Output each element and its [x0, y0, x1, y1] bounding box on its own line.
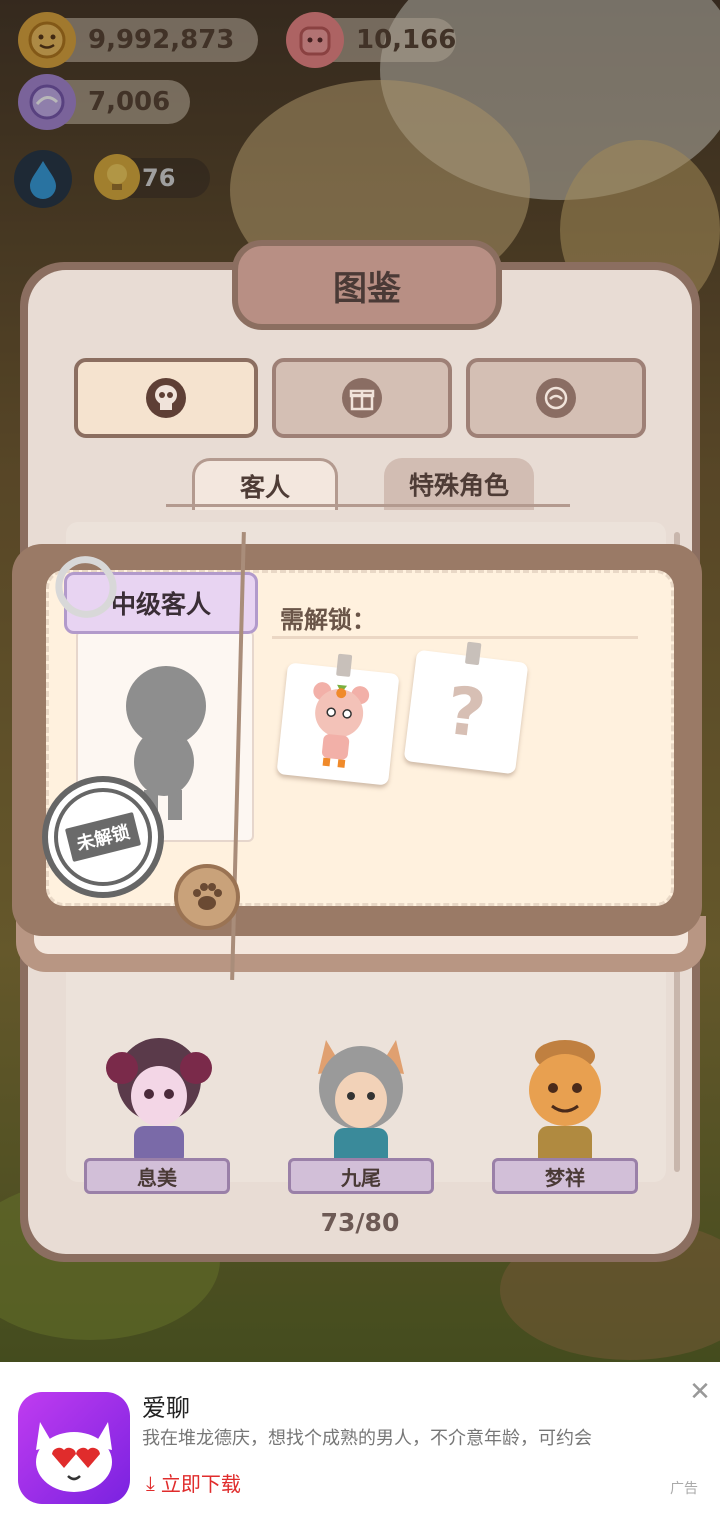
download-icon: ⤓: [146, 1470, 155, 1495]
chef-icon: [536, 378, 576, 418]
ad-banner[interactable]: 爱聊 我在堆龙德庆，想找个成熟的男人，不介意年龄，可约会 ⤓ 立即下载 ✕ 广告: [0, 1362, 720, 1520]
question-mark-icon: ?: [442, 671, 490, 753]
ad-download-label: 立即下载: [160, 1472, 241, 1496]
character-portrait[interactable]: [94, 1030, 224, 1170]
ad-tag: 广告: [670, 1481, 698, 1497]
character-name: 息美: [84, 1158, 230, 1194]
requirement-card-unknown[interactable]: ?: [403, 641, 529, 775]
unlock-requirement-label: 需解锁：: [280, 606, 376, 634]
collection-counter: 73/80: [320, 1208, 400, 1237]
tab-chefs[interactable]: [466, 358, 646, 438]
paw-icon[interactable]: [174, 864, 240, 930]
character-name: 九尾: [288, 1158, 434, 1194]
subtab-special[interactable]: 特殊角色: [384, 458, 534, 510]
gift-icon: [342, 378, 382, 418]
tape-icon: [464, 641, 482, 666]
close-icon[interactable]: ✕: [688, 1379, 712, 1405]
requirement-card[interactable]: [276, 653, 400, 786]
character-name: 梦祥: [492, 1158, 638, 1194]
tape-icon: [336, 653, 353, 677]
subtab-guests[interactable]: 客人: [192, 458, 338, 510]
ad-description: 我在堆龙德庆，想找个成熟的男人，不介意年龄，可约会: [142, 1428, 592, 1449]
character-portrait[interactable]: [500, 1030, 630, 1170]
tab-guests[interactable]: [74, 358, 258, 438]
skull-icon: [146, 378, 186, 418]
piglet-character-icon: [313, 682, 370, 768]
character-portrait[interactable]: [296, 1030, 426, 1170]
subtab-divider: [166, 504, 570, 507]
requirement-divider: [272, 636, 638, 639]
ad-download-button[interactable]: ⤓ 立即下载: [146, 1468, 241, 1497]
tab-items[interactable]: [272, 358, 452, 438]
locked-stamp: 未解锁: [42, 776, 164, 898]
ad-app-icon[interactable]: [18, 1392, 130, 1504]
dialog-title: 图鉴: [232, 240, 502, 330]
ad-app-name: 爱聊: [142, 1394, 190, 1422]
